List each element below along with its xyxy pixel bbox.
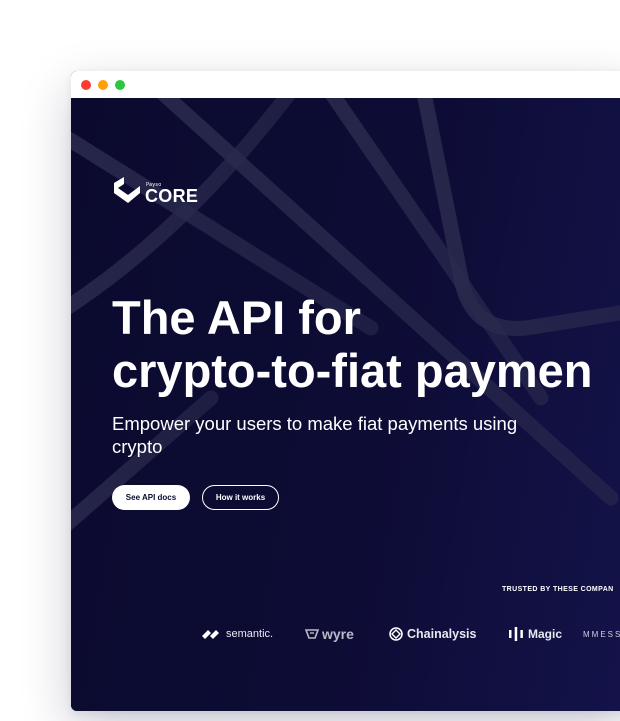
partner-chainalysis: Chainalysis: [389, 625, 476, 643]
hero-headline-line1: The API for: [112, 291, 361, 344]
see-api-docs-button[interactable]: See API docs: [112, 485, 190, 510]
partner-name: Magic: [528, 627, 563, 641]
trusted-by-label: TRUSTED BY THESE COMPAN: [502, 586, 614, 593]
chainalysis-logo-icon: [389, 627, 403, 641]
semantic-logo-icon: [202, 630, 219, 639]
magic-logo-icon: [509, 627, 523, 641]
partner-magic: Magic: [508, 625, 562, 643]
browser-window: Paysо CORE The API for crypto-to-fiat pa…: [71, 71, 620, 711]
core-logo-icon: [114, 177, 140, 203]
close-window-button[interactable]: [81, 80, 91, 90]
partner-semantic: semantic.: [202, 625, 273, 643]
hero-headline-line2: crypto-to-fiat paymen: [112, 344, 593, 397]
hero-section: Paysо CORE The API for crypto-to-fiat pa…: [71, 98, 620, 711]
brand-name: CORE: [145, 186, 199, 206]
maximize-window-button[interactable]: [115, 80, 125, 90]
partner-name: Chainalysis: [407, 627, 477, 641]
partner-name: wyre: [322, 626, 354, 642]
partner-name: MMESS: [583, 629, 620, 639]
hero-subheadline: Empower your users to make fiat payments…: [112, 413, 518, 457]
partner-messari: MMESS: [583, 625, 620, 643]
wyre-logo-icon: [305, 629, 319, 639]
hero-headline: The API for crypto-to-fiat paymen: [112, 291, 593, 397]
minimize-window-button[interactable]: [98, 80, 108, 90]
partner-wyre: wyre: [305, 625, 354, 643]
partner-name: semantic.: [226, 628, 274, 640]
how-it-works-button[interactable]: How it works: [202, 485, 279, 510]
window-titlebar: [71, 71, 620, 98]
